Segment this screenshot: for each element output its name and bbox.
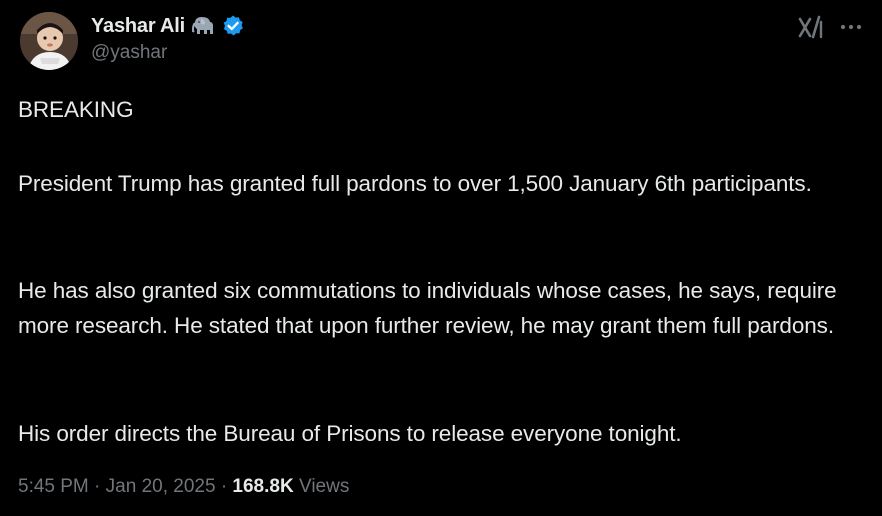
tweet-text-paragraph-2: He has also granted six commutations to …	[18, 278, 837, 338]
name-row: Yashar Ali	[91, 12, 245, 40]
tweet-text-breaking: BREAKING	[18, 97, 134, 122]
author-block: Yashar Ali @yashar	[91, 12, 245, 64]
verified-badge-icon[interactable]	[221, 14, 245, 38]
more-options-icon[interactable]	[838, 14, 864, 40]
grok-icon[interactable]	[797, 14, 825, 42]
meta-separator: ·	[94, 476, 101, 497]
meta-separator: ·	[220, 476, 228, 497]
tweet-meta: 5:45 PM · Jan 20, 2025 · 168.8K Views	[18, 476, 349, 498]
user-handle[interactable]: @yashar	[91, 42, 245, 64]
display-name[interactable]: Yashar Ali	[91, 15, 185, 38]
tweet-time[interactable]: 5:45 PM	[18, 476, 89, 497]
tweet-text-paragraph-3: His order directs the Bureau of Prisons …	[18, 421, 682, 446]
avatar-image	[20, 12, 78, 70]
tweet-date[interactable]: Jan 20, 2025	[106, 476, 216, 497]
avatar[interactable]	[20, 12, 78, 70]
tweet-card: Yashar Ali @yashar BREAKING President Tr…	[0, 0, 882, 516]
tweet-text-paragraph-1: President Trump has granted full pardons…	[18, 171, 812, 196]
views-count[interactable]: 168.8K	[232, 476, 293, 497]
elephant-emoji-icon	[191, 15, 217, 37]
views-label: Views	[298, 476, 350, 497]
